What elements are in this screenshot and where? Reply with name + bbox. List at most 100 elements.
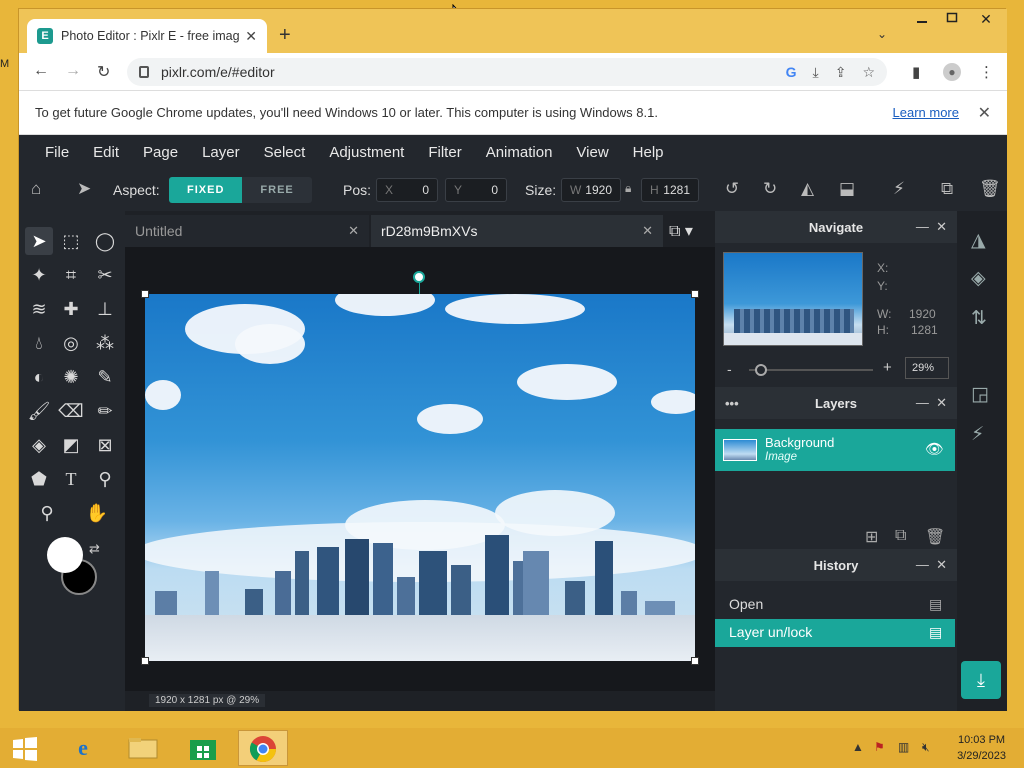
layers-more-icon[interactable]: ••• <box>725 396 739 411</box>
install-app-icon[interactable]: ⤓ <box>813 64 819 81</box>
vignette-icon[interactable]: ✺ <box>57 363 85 391</box>
share-icon[interactable]: ⇪ <box>835 64 847 81</box>
system-clock[interactable]: 10:03 PM 3/29/2023 <box>957 732 1006 764</box>
windows-store-icon[interactable] <box>178 730 228 766</box>
layers-panel-icon[interactable]: ◈ <box>971 267 986 290</box>
lasso-icon[interactable]: ◯ <box>91 227 119 255</box>
zoom-icon[interactable]: ⚲ <box>33 499 61 527</box>
pencil-icon[interactable]: ✏ <box>91 397 119 425</box>
close-tab-icon[interactable]: ✕ <box>245 28 257 45</box>
aspect-free-button[interactable]: FREE <box>242 177 312 203</box>
navigate-controls[interactable]: — ✕ <box>916 219 947 235</box>
navigator-thumbnail[interactable] <box>723 252 863 346</box>
crop-icon[interactable]: ⌗ <box>57 261 85 289</box>
zoom-slider-knob[interactable] <box>755 364 768 376</box>
properties-panel-icon[interactable]: ◲ <box>971 383 989 406</box>
swap-colors-icon[interactable]: ⇄ <box>89 541 100 557</box>
menu-adjustment[interactable]: Adjustment <box>329 144 404 161</box>
duplicate-icon[interactable]: ⧉ <box>941 179 953 199</box>
quick-action-icon[interactable]: ⚡ <box>893 179 905 199</box>
navigate-panel-icon[interactable]: ◮ <box>971 229 986 252</box>
history-controls[interactable]: — ✕ <box>916 557 947 573</box>
trash-icon[interactable]: 🗑︎ <box>979 179 1001 199</box>
shapes-icon[interactable]: ⬟ <box>25 465 53 493</box>
eye-visibility-icon[interactable]: 👁︎ <box>925 440 944 458</box>
download-button[interactable]: ⤓ <box>961 661 1001 699</box>
arrange-tool-icon[interactable]: ➤ <box>25 227 53 255</box>
back-arrow-icon[interactable]: ← <box>33 62 49 80</box>
lock-ratio-icon[interactable]: 🔒︎ <box>625 181 631 196</box>
chrome-taskbar-icon[interactable] <box>238 730 288 766</box>
color-replace-icon[interactable]: ◐ <box>25 363 53 391</box>
menu-help[interactable]: Help <box>633 144 664 161</box>
internet-explorer-icon[interactable]: e <box>58 730 108 766</box>
bookmark-star-icon[interactable]: ☆ <box>862 64 875 81</box>
heal-icon[interactable]: ✚ <box>57 295 85 323</box>
marquee-select-icon[interactable]: ⬚ <box>57 227 85 255</box>
forward-arrow-icon[interactable]: → <box>65 62 81 80</box>
layer-row-background[interactable]: Background Image 👁︎ <box>715 429 955 471</box>
color-picker-icon[interactable]: ✎ <box>91 363 119 391</box>
menu-view[interactable]: View <box>576 144 608 161</box>
reload-icon[interactable]: ↻ <box>97 62 110 82</box>
rotate-left-icon[interactable]: ↺ <box>725 179 739 199</box>
doc-tab-active[interactable]: rD28m9BmXVs ✕ <box>371 215 663 247</box>
profile-avatar-icon[interactable]: ● <box>943 63 961 81</box>
google-icon[interactable]: G <box>786 64 797 80</box>
pos-y-field[interactable]: Y 0 <box>445 178 507 202</box>
omnibox[interactable]: pixlr.com/e/#editor G ⤓ ⇪ ☆ <box>127 58 887 86</box>
add-layer-icon[interactable]: ⊞ <box>865 527 878 547</box>
sponge-icon[interactable]: ◎ <box>57 329 85 357</box>
flip-vertical-icon[interactable]: ⬓ <box>839 179 855 199</box>
network-icon[interactable]: ▥ <box>898 740 909 754</box>
duplicate-layer-icon[interactable]: ⧉ <box>895 527 906 545</box>
zoom-slider[interactable] <box>749 364 873 376</box>
transform-handle[interactable] <box>141 290 149 298</box>
minimize-icon[interactable] <box>907 11 937 28</box>
clone-stamp-icon[interactable]: ⊥ <box>91 295 119 323</box>
close-doc-icon[interactable]: ✕ <box>348 223 359 239</box>
maximize-icon[interactable] <box>937 11 967 28</box>
history-panel-icon[interactable]: ⇅ <box>971 307 987 330</box>
brush-icon[interactable]: 🖌︎ <box>25 397 53 425</box>
dodge-burn-icon[interactable]: ⁂ <box>91 329 119 357</box>
cutout-scissors-icon[interactable]: ✂ <box>91 261 119 289</box>
tab-search-chevron-icon[interactable]: ⌄ <box>877 27 887 41</box>
delete-layer-icon[interactable]: 🗑︎ <box>925 527 945 547</box>
gradient-icon[interactable]: ◩ <box>57 431 85 459</box>
menu-edit[interactable]: Edit <box>93 144 119 161</box>
file-explorer-icon[interactable] <box>118 730 168 766</box>
eraser-icon[interactable]: ⌫ <box>57 397 85 425</box>
menu-select[interactable]: Select <box>264 144 306 161</box>
home-icon[interactable]: ⌂ <box>31 179 41 199</box>
menu-file[interactable]: File <box>45 144 69 161</box>
blur-drop-icon[interactable]: 💧︎ <box>25 329 53 357</box>
close-doc-icon[interactable]: ✕ <box>642 223 653 239</box>
width-field[interactable]: W 1920 <box>561 178 621 202</box>
new-tab-icon[interactable]: + <box>279 25 291 45</box>
menu-filter[interactable]: Filter <box>428 144 461 161</box>
canvas-area[interactable]: 1920 x 1281 px @ 29% <box>125 247 715 711</box>
menu-page[interactable]: Page <box>143 144 178 161</box>
close-window-icon[interactable]: ✕ <box>971 11 1001 28</box>
windows-start-icon[interactable] <box>0 730 50 766</box>
doc-tab-untitled[interactable]: Untitled ✕ <box>125 215 369 247</box>
history-item[interactable]: Open ▤ <box>715 591 955 619</box>
side-panel-icon[interactable]: ▮ <box>912 63 920 81</box>
zoom-out-icon[interactable]: - <box>727 361 732 377</box>
flip-horizontal-icon[interactable]: ◭ <box>801 179 814 199</box>
fill-bucket-icon[interactable]: ◈ <box>25 431 53 459</box>
foreground-color-swatch[interactable] <box>47 537 83 573</box>
rotate-handle[interactable] <box>413 271 425 283</box>
magic-wand-icon[interactable]: ✦ <box>25 261 53 289</box>
hand-pan-icon[interactable]: ✋ <box>83 499 111 527</box>
aspect-fixed-button[interactable]: FIXED <box>169 177 243 203</box>
action-center-flag-icon[interactable]: ⚑ <box>874 740 885 754</box>
rotate-right-icon[interactable]: ↻ <box>763 179 777 199</box>
window-layout-icon[interactable]: ⧉ ▾ <box>669 221 693 241</box>
history-item-active[interactable]: Layer un/lock ▤ <box>715 619 955 647</box>
liquify-icon[interactable]: ≋ <box>25 295 53 323</box>
transform-handle[interactable] <box>691 657 699 665</box>
zoom-percent-field[interactable]: 29% <box>905 357 949 379</box>
eyedropper-icon[interactable]: ⚲ <box>91 465 119 493</box>
